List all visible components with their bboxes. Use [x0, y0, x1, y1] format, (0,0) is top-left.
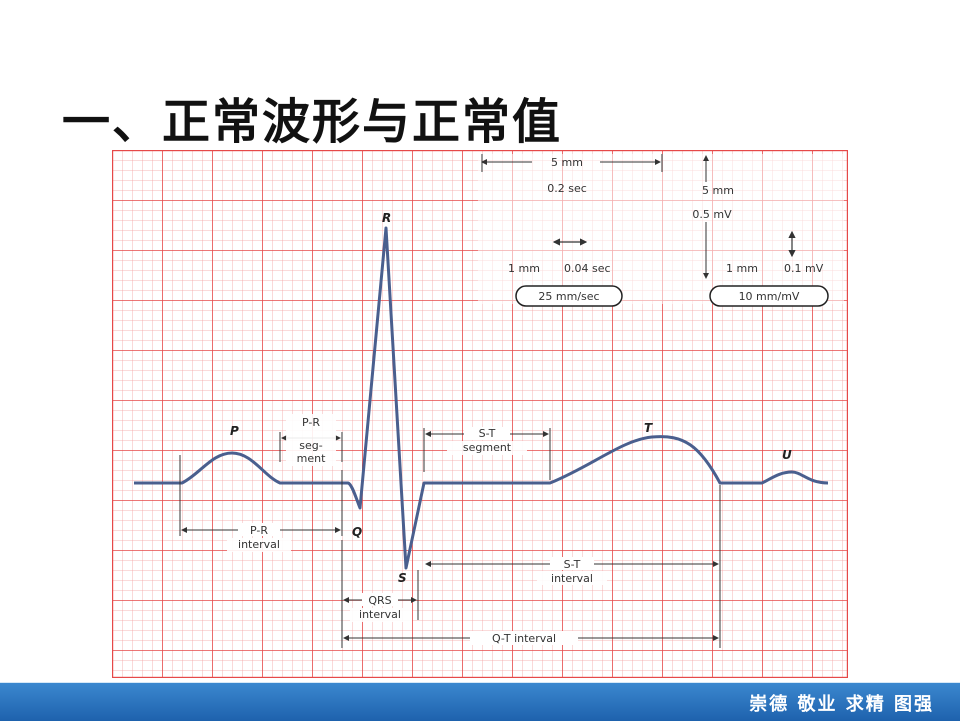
pr-segment-label-2: seg-	[299, 439, 322, 452]
big-box-height-label: 5 mm	[702, 184, 734, 197]
pr-segment-label-3: ment	[297, 452, 326, 465]
big-box-voltage-label: 0.5 mV	[692, 208, 732, 221]
q-wave-label: Q	[352, 525, 362, 539]
big-box-time-label: 0.2 sec	[547, 182, 587, 195]
r-wave-label: R	[382, 211, 391, 225]
pr-interval-label-2: interval	[238, 538, 280, 551]
u-wave-label: U	[782, 448, 792, 462]
big-box-width-label: 5 mm	[551, 156, 583, 169]
small-box-width-label: 1 mm	[508, 262, 540, 275]
qrs-interval-label-2: interval	[359, 608, 401, 621]
ecg-svg: P Q R S T U P-R seg- ment S-T segment P-…	[112, 150, 848, 678]
small-box-time-label: 0.04 sec	[564, 262, 611, 275]
small-box-voltage-label: 0.1 mV	[784, 262, 824, 275]
st-interval-label-2: interval	[551, 572, 593, 585]
st-segment-label-1: S-T	[479, 427, 496, 440]
pr-segment-label-1: P-R	[302, 416, 320, 429]
t-wave-label: T	[644, 421, 653, 435]
pr-interval-label-1: P-R	[250, 524, 268, 537]
footer-motto: 崇德 敬业 求精 图强	[749, 694, 934, 715]
p-wave-label: P	[230, 424, 239, 438]
qrs-interval-label-1: QRS	[368, 594, 391, 607]
small-box-height-label: 1 mm	[726, 262, 758, 275]
s-wave-label: S	[398, 571, 407, 585]
footer-bar: 崇德 敬业 求精 图强	[0, 682, 960, 721]
gain-label: 10 mm/mV	[739, 290, 800, 303]
pr-segment-annotation: P-R seg- ment	[279, 414, 343, 466]
ecg-diagram: P Q R S T U P-R seg- ment S-T segment P-…	[112, 150, 848, 678]
st-segment-label-2: segment	[463, 441, 512, 454]
st-interval-label-1: S-T	[564, 558, 581, 571]
paper-speed-label: 25 mm/sec	[538, 290, 599, 303]
qt-interval-label: Q-T interval	[492, 632, 556, 645]
slide-title: 一、正常波形与正常值	[62, 94, 563, 150]
